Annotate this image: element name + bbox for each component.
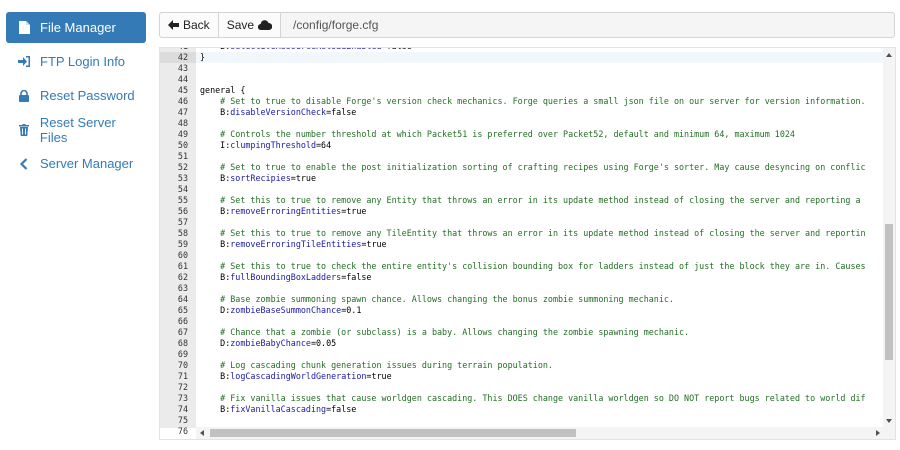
- back-button[interactable]: Back: [160, 13, 219, 37]
- arrow-left-icon: [168, 20, 179, 30]
- code-line: }: [200, 52, 206, 62]
- file-path: /config/forge.cfg: [293, 18, 379, 32]
- line-number: 64: [177, 294, 188, 304]
- sidebar-item-label: Reset Server Files: [39, 114, 116, 145]
- line-number: 59: [177, 239, 188, 249]
- active-line-highlight: [196, 52, 884, 63]
- code-line: B:logCascadingWorldGeneration=true: [200, 371, 392, 381]
- file-icon: [18, 21, 30, 34]
- line-number: 61: [177, 261, 188, 271]
- line-number: 72: [177, 382, 188, 392]
- lock-icon: [18, 89, 30, 102]
- vertical-scrollbar[interactable]: [883, 48, 895, 428]
- sidebar-item-reset-server-files[interactable]: Reset Server Files: [6, 114, 146, 145]
- back-button-label: Back: [183, 18, 210, 32]
- code-line: B:selectiveResourceReloadEnabled=false: [200, 48, 412, 52]
- code-line: # Set this to true to remove any TileEnt…: [200, 228, 866, 238]
- line-number: 50: [177, 140, 188, 150]
- code-line: I:clumpingThreshold=64: [200, 140, 332, 150]
- sidebar-item-label: File Manager: [40, 20, 116, 35]
- cloud-upload-icon: [258, 20, 273, 30]
- scroll-right-arrow-icon[interactable]: [876, 430, 880, 436]
- code-line: # Chance that a zombie (or subclass) is …: [200, 327, 690, 337]
- sidebar-item-label: Server Manager: [40, 156, 134, 171]
- code-line: D:zombieBabyChance=0.05: [200, 338, 337, 348]
- code-line: # Set this to true to check the entire e…: [200, 261, 866, 271]
- sidebar-item-label: FTP Login Info: [40, 54, 126, 69]
- horizontal-scroll-thumb[interactable]: [210, 429, 576, 437]
- line-number: 44: [177, 74, 188, 84]
- line-number: 45: [177, 85, 188, 95]
- save-button[interactable]: Save: [218, 13, 282, 37]
- line-number: 48: [177, 118, 188, 128]
- scroll-up-arrow-icon[interactable]: [886, 53, 892, 57]
- line-number: 57: [177, 217, 188, 227]
- code-line: B:fullBoundingBoxLadders=false: [200, 272, 372, 282]
- code-line: # Set to true to enable the post initial…: [200, 162, 866, 172]
- line-number: 42: [177, 52, 188, 62]
- chevron-left-icon: [18, 157, 30, 170]
- line-number: 60: [177, 250, 188, 260]
- code-line: general {: [200, 85, 246, 95]
- trash-icon: [18, 123, 30, 136]
- line-number: 49: [177, 129, 188, 139]
- line-number: 62: [177, 272, 188, 282]
- editor-toolbar: Back Save /config/forge.cfg: [159, 12, 895, 38]
- sidebar-item-server-manager[interactable]: Server Manager: [6, 148, 146, 179]
- line-number: 47: [177, 107, 188, 117]
- line-number: 58: [177, 228, 188, 238]
- code-content[interactable]: B:selectiveResourceReloadEnabled=false} g…: [196, 48, 884, 428]
- line-number: 73: [177, 393, 188, 403]
- code-line: B:disableVersionCheck=false: [200, 107, 357, 117]
- sidebar-item-reset-password[interactable]: Reset Password: [6, 80, 146, 111]
- vertical-scroll-thumb[interactable]: [885, 224, 893, 360]
- sidebar: File Manager FTP Login Info Reset Passwo…: [0, 0, 150, 450]
- line-number: 46: [177, 96, 188, 106]
- sidebar-item-label: Reset Password: [40, 88, 135, 103]
- code-line: # Fix vanilla issues that cause worldgen…: [200, 393, 866, 403]
- sidebar-item-ftp-login-info[interactable]: FTP Login Info: [6, 46, 146, 77]
- line-number: 75: [177, 415, 188, 425]
- line-number: 54: [177, 184, 188, 194]
- code-editor[interactable]: 4142434445464748495051525354555657585960…: [159, 47, 896, 440]
- sidebar-item-file-manager[interactable]: File Manager: [6, 12, 146, 43]
- line-number: 67: [177, 327, 188, 337]
- line-number: 70: [177, 360, 188, 370]
- code-line: # Log cascading chunk generation issues …: [200, 360, 553, 370]
- save-button-label: Save: [226, 18, 255, 32]
- sign-in-icon: [18, 56, 30, 68]
- line-number-gutter: 4142434445464748495051525354555657585960…: [160, 48, 196, 436]
- line-number: 53: [177, 173, 188, 183]
- line-number: 76: [177, 426, 188, 436]
- scroll-left-arrow-icon[interactable]: [200, 430, 204, 436]
- line-number: 68: [177, 338, 188, 348]
- code-line: B:removeErroringEntities=true: [200, 206, 367, 216]
- code-line: # Base zombie summoning spawn chance. Al…: [200, 294, 674, 304]
- code-line: # Set to true to disable Forge's version…: [200, 96, 866, 106]
- line-number: 71: [177, 371, 188, 381]
- line-number: 63: [177, 283, 188, 293]
- code-line: B:fixVanillaCascading=false: [200, 404, 357, 414]
- line-number: 52: [177, 162, 188, 172]
- horizontal-scrollbar[interactable]: [196, 427, 895, 439]
- line-number: 69: [177, 349, 188, 359]
- line-number: 66: [177, 316, 188, 326]
- line-number: 65: [177, 305, 188, 315]
- line-number: 56: [177, 206, 188, 216]
- code-line: B:removeErroringTileEntities=true: [200, 239, 387, 249]
- scroll-down-arrow-icon[interactable]: [886, 419, 892, 423]
- code-line: # Set this to true to remove any Entity …: [200, 195, 861, 205]
- code-line: # Controls the number threshold at which…: [200, 129, 795, 139]
- line-number: 74: [177, 404, 188, 414]
- line-number: 43: [177, 63, 188, 73]
- line-number: 55: [177, 195, 188, 205]
- code-line: B:sortRecipies=true: [200, 173, 316, 183]
- line-number: 51: [177, 151, 188, 161]
- code-line: D:zombieBaseSummonChance=0.1: [200, 305, 362, 315]
